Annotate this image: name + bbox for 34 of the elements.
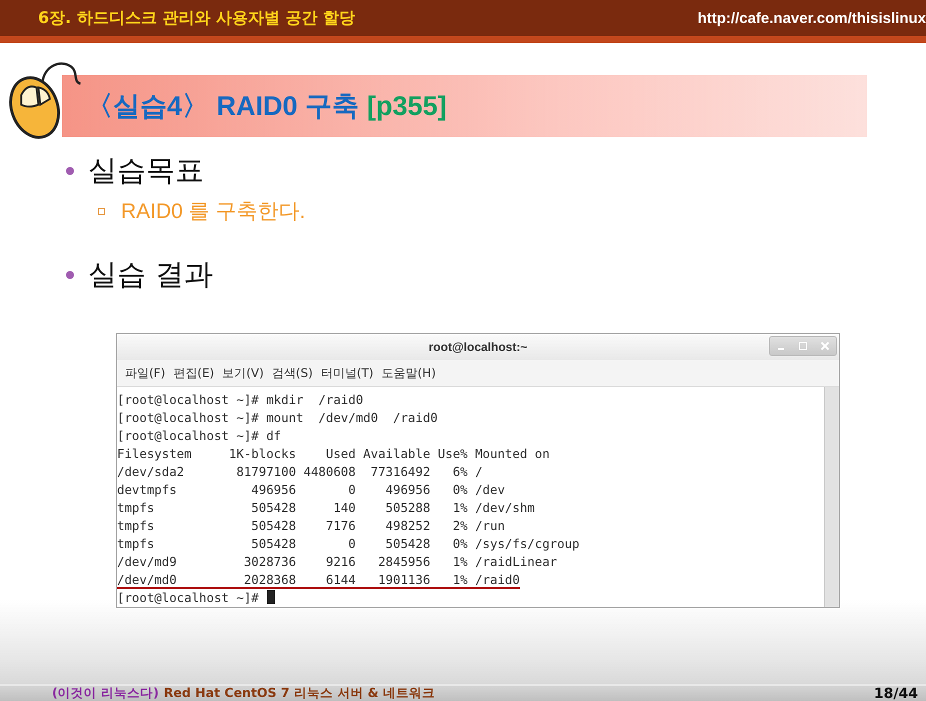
bullet-square	[98, 208, 105, 214]
terminal-line: [root@localhost ~]# df	[117, 428, 282, 444]
page-reference: [p355]	[367, 90, 447, 122]
terminal-line: tmpfs 505428 7176 498252 2% /run	[117, 518, 505, 534]
terminal-line: tmpfs 505428 140 505288 1% /dev/shm	[117, 500, 535, 516]
terminal-line: devtmpfs 496956 0 496956 0% /dev	[117, 482, 505, 498]
book-subtitle: Red Hat CentOS 7 리눅스 서버 & 네트워크	[164, 685, 435, 701]
terminal-line: /dev/sda2 81797100 4480608 77316492 6% /	[117, 464, 483, 480]
menu-item[interactable]: 도움말(H)	[381, 364, 436, 382]
menu-item[interactable]: 편집(E)	[173, 364, 214, 382]
bullet-text: 실습 결과	[88, 256, 214, 293]
terminal-line: /dev/md9 3028736 9216 2845956 1% /raidLinear	[117, 554, 558, 570]
sub-bullet-text: RAID0 를 구축한다.	[121, 199, 306, 225]
book-title: (이것이 리눅스다)	[52, 685, 159, 701]
menu-item[interactable]: 파일(F)	[125, 364, 166, 382]
terminal-line: [root@localhost ~]# mount /dev/md0 /raid0	[117, 410, 438, 426]
menu-item[interactable]: 보기(V)	[222, 364, 264, 382]
menu-item[interactable]: 터미널(T)	[320, 364, 374, 382]
scrollbar[interactable]	[824, 387, 839, 607]
terminal-line: /dev/md0 2028368 6144 1901136 1% /raid0	[117, 572, 520, 588]
chapter-title: 6장. 하드디스크 관리와 사용자별 공간 할당	[38, 8, 356, 28]
window-controls[interactable]	[769, 336, 837, 356]
window-title: root@localhost:~	[428, 340, 528, 354]
slide-heading: 〈실습4〉 RAID0 구축	[86, 90, 360, 123]
terminal-line: tmpfs 505428 0 505428 0% /sys/fs/cgroup	[117, 536, 580, 552]
terminal-line: [root@localhost ~]#	[117, 590, 275, 606]
terminal-line: Filesystem 1K-blocks Used Available Use% Mounted on	[117, 446, 550, 462]
cafe-url: http://cafe.naver.com/thisislinux	[698, 10, 926, 26]
menu-item[interactable]: 검색(S)	[272, 364, 313, 382]
bullet-dot	[66, 167, 74, 175]
bullet-dot	[66, 271, 74, 279]
bullet-text: 실습목표	[88, 152, 204, 189]
page-number: 18/44	[874, 686, 918, 701]
terminal-line: [root@localhost ~]# mkdir /raid0	[117, 392, 364, 408]
